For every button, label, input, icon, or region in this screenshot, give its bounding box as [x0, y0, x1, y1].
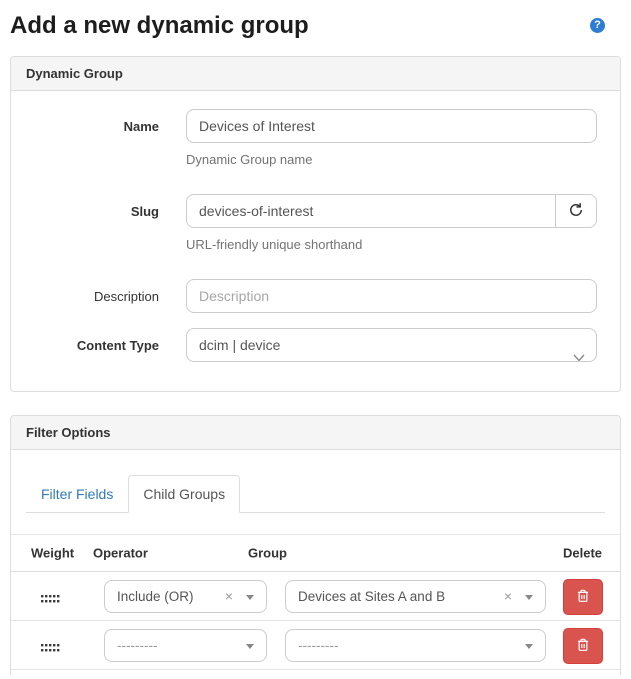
group-select[interactable]: Devices at Sites A and B ×: [285, 580, 546, 613]
name-help-text: Dynamic Group name: [186, 151, 597, 169]
group-select[interactable]: ---------: [285, 629, 546, 662]
dropdown-arrow-icon: [246, 644, 254, 649]
dynamic-group-form: Name Dynamic Group name Slug: [11, 91, 620, 391]
child-groups-table: Weight Operator Group Delete Include (O: [11, 534, 620, 670]
dynamic-group-panel: Dynamic Group Name Dynamic Group name Sl…: [10, 56, 621, 392]
tab-child-groups[interactable]: Child Groups: [128, 475, 240, 513]
filter-tabs-area: Filter Fields Child Groups: [11, 450, 620, 513]
column-header-operator: Operator: [93, 546, 148, 561]
clear-selection-icon[interactable]: ×: [504, 581, 512, 612]
dropdown-arrow-icon: [525, 644, 533, 649]
operator-selected-value: Include (OR): [117, 589, 194, 604]
dropdown-arrow-icon: [246, 595, 254, 600]
column-header-group: Group: [248, 546, 287, 561]
child-groups-table-header: Weight Operator Group Delete: [11, 535, 620, 572]
content-type-label: Content Type: [26, 328, 159, 362]
drag-handle-icon[interactable]: [41, 591, 60, 609]
dynamic-group-panel-title: Dynamic Group: [11, 57, 620, 91]
delete-row-button[interactable]: [563, 628, 603, 664]
name-input[interactable]: [186, 109, 597, 143]
help-icon[interactable]: ?: [590, 18, 605, 33]
regenerate-slug-button[interactable]: [556, 194, 597, 228]
slug-field-row: Slug URL-friendly: [26, 194, 597, 264]
content-type-selected-value: dcim | device: [199, 337, 280, 353]
content-type-select[interactable]: dcim | device: [186, 328, 597, 362]
page-header: Add a new dynamic group ?: [10, 12, 621, 40]
slug-input[interactable]: [186, 194, 556, 228]
content-type-field-row: Content Type dcim | device: [26, 328, 597, 362]
slug-help-text: URL-friendly unique shorthand: [186, 236, 597, 254]
filter-options-panel: Filter Options Filter Fields Child Group…: [10, 415, 621, 675]
clear-selection-icon[interactable]: ×: [225, 581, 233, 612]
dropdown-arrow-icon: [525, 595, 533, 600]
group-selected-value: Devices at Sites A and B: [298, 589, 445, 604]
filter-tabs: Filter Fields Child Groups: [26, 475, 605, 513]
operator-selected-value: ---------: [117, 638, 157, 653]
drag-handle-icon[interactable]: [41, 640, 60, 658]
filter-options-panel-title: Filter Options: [11, 416, 620, 450]
name-label: Name: [26, 109, 159, 179]
refresh-icon: [567, 201, 585, 222]
page-title: Add a new dynamic group: [10, 12, 590, 40]
group-selected-value: ---------: [298, 638, 338, 653]
column-header-weight: Weight: [31, 546, 74, 561]
trash-icon: [575, 588, 591, 607]
column-header-delete: Delete: [563, 546, 602, 561]
delete-row-button[interactable]: [563, 579, 603, 615]
trash-icon: [575, 637, 591, 656]
description-field-row: Description: [26, 279, 597, 313]
add-dynamic-group-page: Add a new dynamic group ? Dynamic Group …: [0, 12, 631, 675]
slug-label: Slug: [26, 194, 159, 264]
description-label: Description: [26, 279, 159, 313]
operator-select[interactable]: Include (OR) ×: [104, 580, 267, 613]
operator-select[interactable]: ---------: [104, 629, 267, 662]
tab-filter-fields[interactable]: Filter Fields: [26, 475, 128, 513]
chevron-down-icon: [573, 341, 585, 362]
name-field-row: Name Dynamic Group name: [26, 109, 597, 179]
description-input[interactable]: [186, 279, 597, 313]
child-group-row-2: --------- ---------: [11, 621, 620, 670]
child-group-row-1: Include (OR) × Devices at Sites A and B …: [11, 572, 620, 621]
